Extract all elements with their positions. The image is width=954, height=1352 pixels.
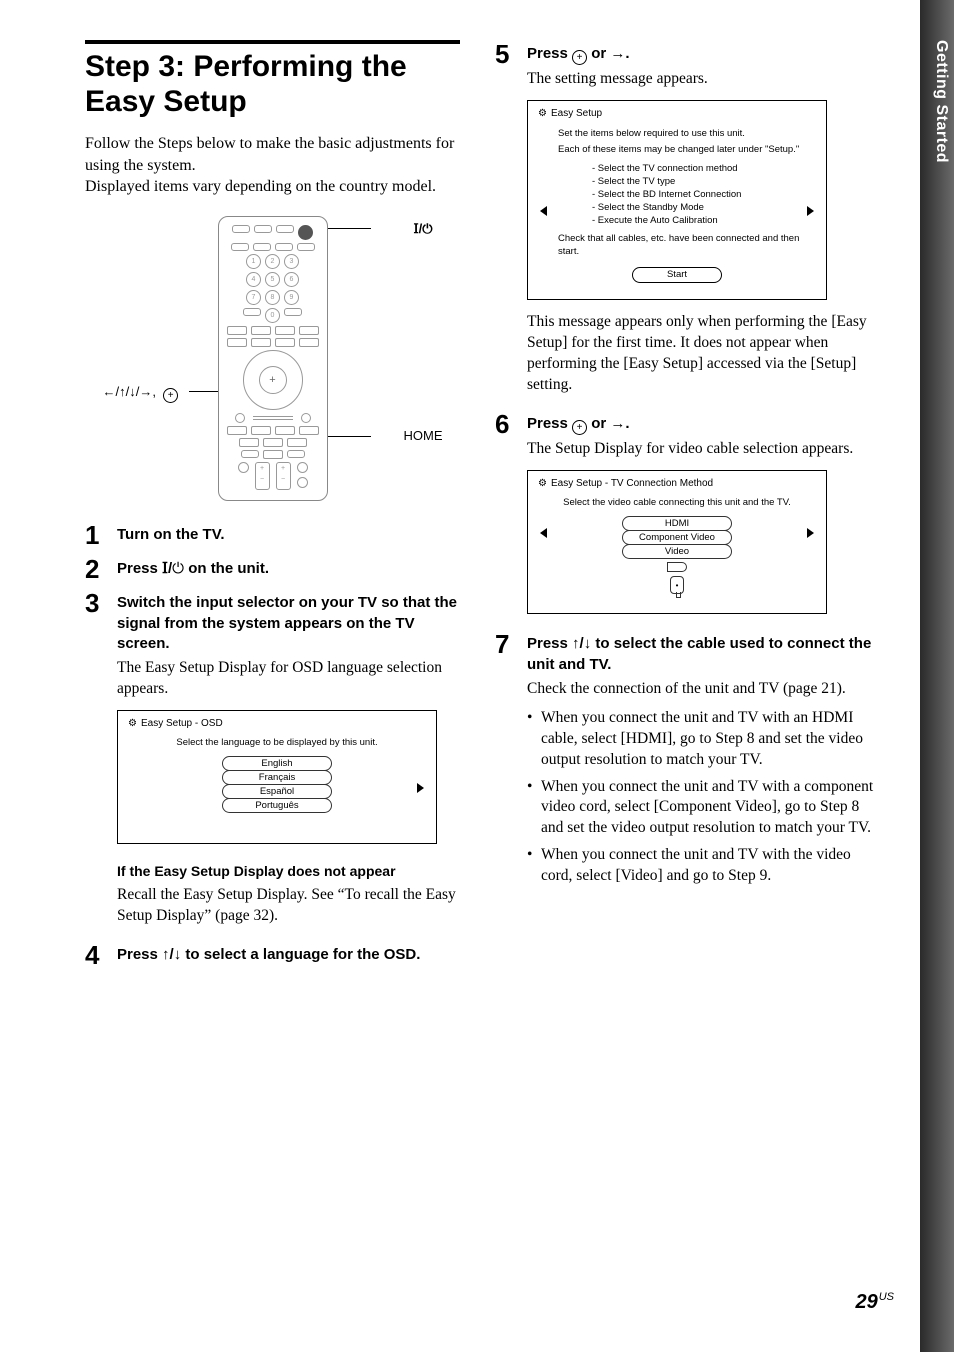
intro-text: Follow the Steps below to make the basic… <box>85 133 460 198</box>
es-item: - Select the TV connection method <box>592 163 762 176</box>
step-7: 7 Press ↑/↓ to select the cable used to … <box>495 630 885 893</box>
es-item: - Execute the Auto Calibration <box>592 215 762 228</box>
step-num: 2 <box>85 555 117 583</box>
page-number: 29US <box>855 1291 894 1314</box>
es-items: - Select the TV connection method - Sele… <box>592 163 762 227</box>
step-num: 7 <box>495 630 527 893</box>
step-3-title: Switch the input selector on your TV so … <box>117 593 460 654</box>
step-2-title: Press Ⅰ/⏻ on the unit. <box>117 559 460 579</box>
es-item: - Select the Standby Mode <box>592 202 762 215</box>
es-check: Check that all cables, etc. have been co… <box>548 233 806 259</box>
step-1-title: Turn on the TV. <box>117 525 460 545</box>
left-column: Step 3: Performing the Easy Setup Follow… <box>70 40 485 1312</box>
no-appear-heading: If the Easy Setup Display does not appea… <box>117 862 460 881</box>
step-num: 6 <box>495 410 527 625</box>
plus-icon: + <box>572 50 587 65</box>
side-tab: Getting Started <box>920 0 954 1352</box>
page-num-val: 29 <box>855 1291 877 1313</box>
step-3-body: The Easy Setup Display for OSD language … <box>117 658 460 700</box>
step-5-note: This message appears only when performin… <box>527 312 885 396</box>
osd-header: ⚙ Easy Setup - OSD <box>118 711 436 734</box>
t: Press <box>117 560 162 577</box>
step-7-title: Press ↑/↓ to select the cable used to co… <box>527 634 885 675</box>
remote-body: 123 456 789 0 + +− +− <box>218 216 328 501</box>
left-arrow-icon <box>540 206 547 216</box>
t: or →. <box>591 45 629 62</box>
tvconn-opt: HDMI <box>622 516 732 531</box>
right-arrow-icon <box>807 206 814 216</box>
tvconn-opt: Video <box>622 544 732 559</box>
t: on the unit. <box>184 560 269 577</box>
tools-icon: ⚙ <box>538 107 547 121</box>
t: Press <box>527 45 572 62</box>
es-header-text: Easy Setup <box>551 107 602 121</box>
osd-header-text: Easy Setup - OSD <box>141 717 223 731</box>
title-rule <box>85 40 460 44</box>
easysetup-ui-box: ⚙ Easy Setup Set the items below require… <box>527 100 827 300</box>
tvconn-header-text: Easy Setup - TV Connection Method <box>551 477 713 491</box>
es-item: - Select the BD Internet Connection <box>592 189 762 202</box>
side-tab-label: Getting Started <box>932 40 950 163</box>
tools-icon: ⚙ <box>538 477 547 491</box>
step-2: 2 Press Ⅰ/⏻ on the unit. <box>85 555 460 583</box>
step-6-title: Press + or →. <box>527 414 885 435</box>
es-line1: Set the items below required to use this… <box>548 128 806 141</box>
step-5-title: Press + or →. <box>527 44 885 65</box>
step-num: 3 <box>85 589 117 935</box>
step-5: 5 Press + or →. The setting message appe… <box>495 40 885 404</box>
tvconn-instr: Select the video cable connecting this u… <box>548 497 806 510</box>
es-line2: Each of these items may be changed later… <box>548 144 806 157</box>
t: or →. <box>591 415 629 432</box>
step-4: 4 Press ↑/↓ to select a language for the… <box>85 941 460 969</box>
right-arrow-icon <box>417 783 424 793</box>
step-num: 5 <box>495 40 527 404</box>
es-item: - Select the TV type <box>592 176 762 189</box>
bullet: When you connect the unit and TV with an… <box>527 708 885 771</box>
content-area: Step 3: Performing the Easy Setup Follow… <box>0 0 920 1352</box>
step-4-title: Press ↑/↓ to select a language for the O… <box>117 945 460 965</box>
step-7-bullets: When you connect the unit and TV with an… <box>527 708 885 887</box>
right-arrow-icon <box>807 528 814 538</box>
page: Step 3: Performing the Easy Setup Follow… <box>0 0 954 1352</box>
plus-icon: + <box>163 388 178 403</box>
callout-power: Ⅰ/⏻ <box>413 221 432 237</box>
step-num: 1 <box>85 521 117 549</box>
remote-diagram: Ⅰ/⏻ ←/↑/↓/→, + HOME 123 <box>113 216 433 501</box>
osd-opt: English <box>222 756 332 771</box>
left-arrow-icon <box>540 528 547 538</box>
step-6: 6 Press + or →. The Setup Display for vi… <box>495 410 885 625</box>
socket-icon: • <box>670 576 684 594</box>
page-title: Step 3: Performing the Easy Setup <box>85 50 460 119</box>
bullet: When you connect the unit and TV with a … <box>527 777 885 840</box>
step-num: 4 <box>85 941 117 969</box>
osd-opt: Español <box>222 784 332 799</box>
osd-ui-box: ⚙ Easy Setup - OSD Select the language t… <box>117 710 437 845</box>
osd-opt: Français <box>222 770 332 785</box>
callout-home: HOME <box>404 428 443 443</box>
step-1: 1 Turn on the TV. <box>85 521 460 549</box>
right-column: 5 Press + or →. The setting message appe… <box>485 40 900 1312</box>
es-header: ⚙ Easy Setup <box>528 101 826 124</box>
es-start-button: Start <box>632 267 722 283</box>
tvconn-opt: Component Video <box>622 530 732 545</box>
plus-icon: + <box>572 420 587 435</box>
tools-icon: ⚙ <box>128 717 137 731</box>
t: Press <box>527 415 572 432</box>
bullet: When you connect the unit and TV with th… <box>527 845 885 887</box>
callout-nav: ←/↑/↓/→, + <box>103 384 179 403</box>
plug-icon <box>667 562 687 572</box>
page-num-sup: US <box>879 1291 894 1303</box>
tvconn-ui-box: ⚙ Easy Setup - TV Connection Method Sele… <box>527 470 827 615</box>
osd-opt: Português <box>222 798 332 813</box>
step-6-body: The Setup Display for video cable select… <box>527 439 885 460</box>
step-3: 3 Switch the input selector on your TV s… <box>85 589 460 935</box>
step-7-body: Check the connection of the unit and TV … <box>527 679 885 700</box>
tvconn-header: ⚙ Easy Setup - TV Connection Method <box>528 471 826 494</box>
step-5-body: The setting message appears. <box>527 69 885 90</box>
osd-instr: Select the language to be displayed by t… <box>138 737 416 750</box>
no-appear-body: Recall the Easy Setup Display. See “To r… <box>117 885 460 927</box>
